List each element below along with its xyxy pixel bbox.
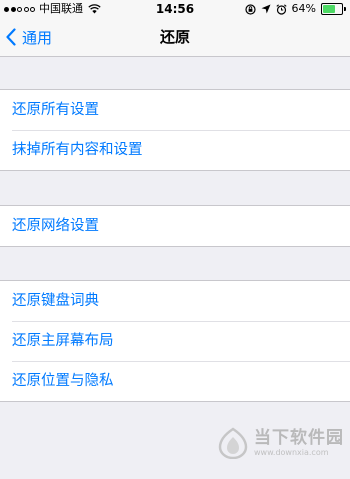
watermark-title: 当下软件园 — [254, 428, 344, 448]
erase-all-content-button[interactable]: 抹掉所有内容和设置 — [0, 130, 350, 170]
location-arrow-icon — [261, 4, 271, 14]
battery-percentage: 64% — [291, 2, 316, 15]
settings-group-reset-all: 还原所有设置 抹掉所有内容和设置 — [0, 89, 350, 171]
status-bar: 中国联通 14:56 64% — [0, 0, 350, 18]
reset-all-settings-button[interactable]: 还原所有设置 — [0, 90, 350, 130]
navigation-bar: 通用 还原 — [0, 18, 350, 57]
battery-icon — [321, 3, 346, 15]
watermark-url: www.downxia.com — [254, 448, 329, 457]
settings-group-network: 还原网络设置 — [0, 205, 350, 247]
rotation-lock-icon — [244, 3, 256, 15]
reset-location-privacy-button[interactable]: 还原位置与隐私 — [0, 361, 350, 401]
reset-keyboard-dictionary-button[interactable]: 还原键盘词典 — [0, 281, 350, 321]
watermark: 当下软件园 www.downxia.com — [218, 427, 344, 459]
settings-group-other: 还原键盘词典 还原主屏幕布局 还原位置与隐私 — [0, 280, 350, 402]
alarm-clock-icon — [275, 3, 287, 15]
reset-home-screen-layout-button[interactable]: 还原主屏幕布局 — [0, 321, 350, 361]
reset-network-settings-button[interactable]: 还原网络设置 — [0, 206, 350, 246]
page-title: 还原 — [159, 28, 190, 46]
watermark-logo-icon — [218, 427, 248, 459]
